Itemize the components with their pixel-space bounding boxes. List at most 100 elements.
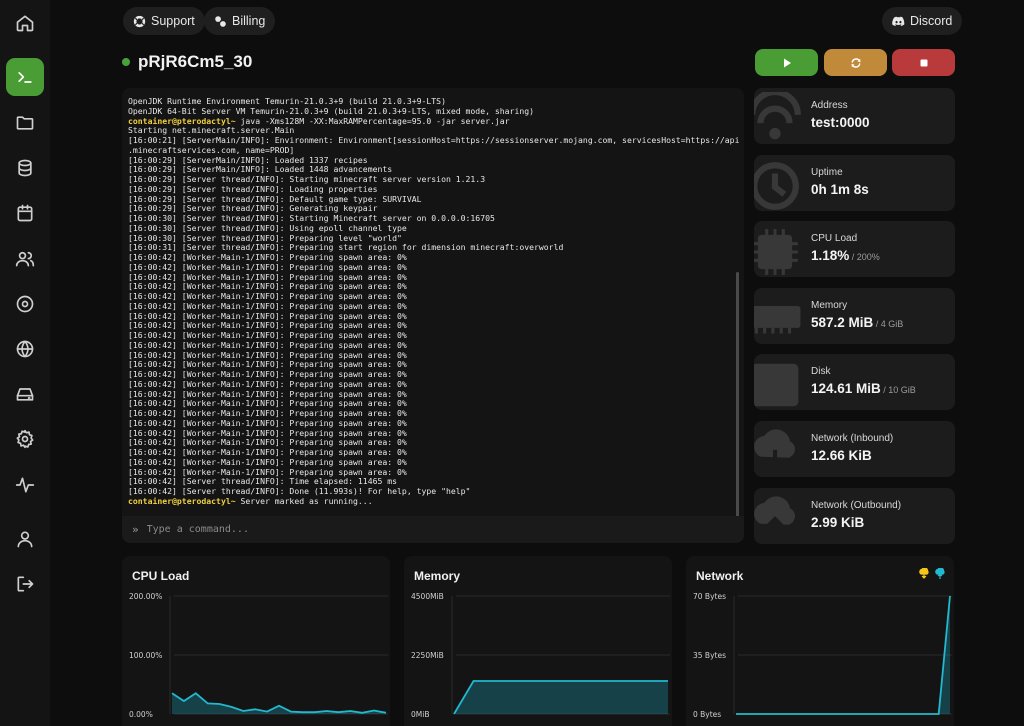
y-tick-label: 0.00% [129,710,153,719]
stat-label: Address [811,100,848,111]
sidebar-item-databases[interactable] [6,149,44,187]
stat-card-network-inbound: Network (Inbound) 12.66 KiB [754,421,955,477]
stat-value-main: 0h 1m 8s [811,182,869,197]
cpu-plot: 200.00% 100.00% 0.00% [129,592,388,719]
console-line-text: java -Xms128M -XX:MaxRAMPercentage=95.0 … [235,115,510,126]
globe-icon [16,340,34,358]
console-icon [18,72,32,83]
sidebar-item-backups[interactable] [6,285,44,323]
y-tick-label: 35 Bytes [693,651,726,660]
y-tick-label: 200.00% [129,592,162,601]
gear-icon [16,429,34,449]
stat-label: CPU Load [811,233,858,244]
sidebar [0,0,50,726]
y-tick-label: 2250MiB [411,651,444,660]
command-bar: » [122,516,744,543]
stat-label: Memory [811,300,848,311]
console-prompt: container@pterodactyl~ [128,115,236,126]
stat-value: test:0000 [811,115,870,130]
activity-icon [15,477,35,493]
cpu-load-graph: CPU Load 200.00% 100.00% 0.00% [122,556,390,726]
y-tick-label: 4500MiB [411,592,444,601]
stat-value-main: test:0000 [811,115,870,130]
stat-label: Network (Inbound) [811,433,894,444]
database-icon [18,159,32,177]
memory-graph: Memory 4500MiB 2250MiB 0MiB [404,556,672,726]
cpu-icon [754,229,798,275]
command-input[interactable] [146,524,707,535]
sidebar-item-schedules[interactable] [6,194,44,232]
sidebar-item-network[interactable] [6,330,44,368]
stat-value: 2.99 KiB [811,515,864,530]
play-icon [783,58,791,67]
console-line: container@pterodactyl~ Server marked as … [128,495,736,507]
stat-card-uptime: Uptime 0h 1m 8s [754,155,955,211]
sidebar-item-settings[interactable] [6,420,44,458]
stat-label: Disk [811,366,831,377]
cloud-download-icon [919,568,929,579]
support-button[interactable]: Support [123,7,205,35]
sidebar-item-console[interactable] [6,58,44,96]
users-icon [15,251,35,267]
discord-icon [892,16,905,26]
account-icon [17,531,33,548]
stat-card-cpu-load: CPU Load 1.18% / 200% [754,221,955,277]
stat-label: Uptime [811,167,843,178]
console-log: OpenJDK Runtime Environment Temurin-21.0… [128,96,739,507]
sidebar-item-account[interactable] [6,520,44,558]
sidebar-item-home[interactable] [6,4,44,42]
drive-icon [16,388,34,401]
clock-icon [754,162,799,210]
y-tick-label: 0MiB [411,710,429,719]
discord-label: Discord [910,14,953,28]
stat-value-main: 587.2 MiB [811,315,874,330]
series-area [454,681,668,714]
console-scrollbar[interactable] [736,272,739,516]
network-graph: Network 70 Bytes 35 Bytes 0 Bytes [686,556,954,726]
console-line-text: Server marked as running... [235,495,373,506]
memory-graph-title: Memory [414,569,461,583]
sidebar-item-startup[interactable] [6,375,44,413]
folder-icon [16,116,34,130]
stat-value-main: 12.66 KiB [811,448,872,463]
billing-button[interactable]: Billing [204,7,276,35]
chevrons-right-icon: » [132,523,139,536]
memory-plot: 4500MiB 2250MiB 0MiB [411,592,670,719]
stat-value-main: 124.61 MiB [811,381,881,396]
stat-card-memory: Memory 587.2 MiB / 4 GiB [754,288,955,344]
disc-icon [16,295,34,313]
logout-icon [17,576,34,592]
cloud-download-icon [754,429,795,476]
stat-value: 124.61 MiB / 10 GiB [811,381,916,396]
billing-label: Billing [232,14,266,28]
y-tick-label: 100.00% [129,651,162,660]
cloud-upload-icon [754,496,795,542]
home-icon [16,15,34,32]
cpu-graph-title: CPU Load [132,569,190,583]
stat-value-limit: / 4 GiB [873,319,904,329]
cloud-upload-icon [935,568,945,579]
restart-button[interactable] [824,49,887,76]
stat-value-main: 1.18% [811,248,850,263]
sidebar-item-logout[interactable] [6,565,44,603]
status-indicator [122,58,130,66]
sidebar-item-activity[interactable] [6,466,44,504]
wifi-icon [754,92,801,140]
calendar-icon [17,204,33,222]
support-label: Support [151,14,195,28]
network-plot: 70 Bytes 35 Bytes 0 Bytes [693,592,952,719]
discord-button[interactable]: Discord [882,7,963,35]
stat-value: 12.66 KiB [811,448,872,463]
lifebuoy-icon [133,15,146,27]
network-graph-title: Network [696,569,744,583]
disk-icon [754,363,799,407]
console-output[interactable]: OpenJDK Runtime Environment Temurin-21.0… [122,88,744,516]
stat-card-address: Address test:0000 [754,88,955,144]
stat-value-main: 2.99 KiB [811,515,865,530]
start-button[interactable] [755,49,818,76]
page-title: pRjR6Cm5_30 [138,52,253,71]
sidebar-item-files[interactable] [6,104,44,142]
stop-button[interactable] [892,49,955,76]
sidebar-item-users[interactable] [6,240,44,278]
stat-value-limit: / 200% [849,252,880,262]
